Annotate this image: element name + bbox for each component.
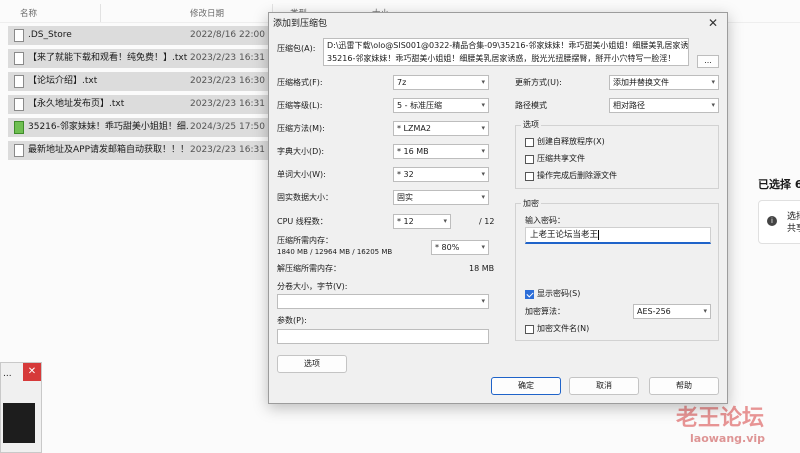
- path-mode-label: 路径模式: [515, 101, 547, 110]
- solid-block-select[interactable]: 固实 ▾: [393, 190, 489, 205]
- password-input[interactable]: 上老王论坛当老王: [525, 227, 711, 244]
- memory-values: 1840 MB / 12964 MB / 16205 MB: [277, 248, 393, 256]
- level-select[interactable]: 5 - 标准压缩 ▾: [393, 98, 489, 113]
- file-icon: [14, 29, 24, 42]
- browse-button[interactable]: ...: [697, 55, 719, 68]
- chevron-down-icon: ▾: [481, 193, 485, 201]
- split-volume-label: 分卷大小，字节(V):: [277, 282, 348, 291]
- thumbnail-preview: [3, 403, 35, 443]
- info-text: 选择共享: [787, 212, 800, 234]
- encrypt-filenames-checkbox[interactable]: [525, 325, 534, 334]
- close-icon[interactable]: ✕: [23, 363, 41, 381]
- selection-count-title: 已选择 6: [758, 178, 800, 191]
- delete-source-label: 操作完成后删除源文件: [537, 171, 617, 180]
- chevron-down-icon: ▾: [481, 124, 485, 132]
- chevron-down-icon: ▾: [481, 170, 485, 178]
- memory-percent-select[interactable]: * 80% ▾: [431, 240, 489, 255]
- split-volume-select[interactable]: ▾: [277, 294, 489, 309]
- file-date: 2023/2/23 16:30: [190, 76, 265, 86]
- dialog-title: 添加到压缩包: [273, 19, 328, 29]
- file-name: .DS_Store: [28, 30, 72, 40]
- thumbnail-dots: ...: [3, 369, 12, 379]
- chevron-down-icon: ▾: [481, 78, 485, 86]
- password-label: 输入密码：: [525, 216, 565, 225]
- file-date: 2024/3/25 17:50: [190, 122, 265, 132]
- file-name: 【永久地址发布页】.txt: [28, 99, 125, 109]
- chevron-down-icon: ▾: [443, 217, 447, 225]
- method-label: 压缩方法(M):: [277, 124, 325, 133]
- help-button[interactable]: 帮助: [649, 377, 719, 395]
- archive-path-input[interactable]: D:\迅雷下载\olo@SIS001@0322-精品合集-09\35216-邻家…: [323, 38, 689, 66]
- cpu-threads-label: CPU 线程数：: [277, 217, 328, 226]
- chevron-down-icon: ▾: [481, 147, 485, 155]
- file-name: 35216-邻家妹妹！乖巧甜美小姐姐！细...: [28, 122, 188, 132]
- chevron-down-icon: ▾: [481, 101, 485, 109]
- shared-checkbox[interactable]: [525, 155, 534, 164]
- shared-label: 压缩共享文件: [537, 154, 585, 163]
- cancel-button[interactable]: 取消: [569, 377, 639, 395]
- file-date: 2022/8/16 22:00: [190, 30, 265, 40]
- delete-source-checkbox[interactable]: [525, 172, 534, 181]
- method-select[interactable]: * LZMA2 ▾: [393, 121, 489, 136]
- sfx-checkbox[interactable]: [525, 138, 534, 147]
- column-header-name[interactable]: 名称: [20, 6, 37, 22]
- chevron-down-icon: ▾: [481, 297, 485, 305]
- archive-path-line-1: D:\迅雷下载\olo@SIS001@0322-精品合集-09\35216-邻家…: [327, 41, 689, 50]
- chevron-down-icon: ▾: [711, 101, 715, 109]
- dictionary-select[interactable]: * 16 MB ▾: [393, 144, 489, 159]
- info-card: i 选择共享: [758, 200, 800, 244]
- file-date: 2023/2/23 16:31: [190, 99, 265, 109]
- format-label: 压缩格式(F):: [277, 78, 323, 87]
- column-separator[interactable]: [100, 4, 101, 22]
- parameters-input[interactable]: [277, 329, 489, 344]
- level-label: 压缩等级(L):: [277, 101, 323, 110]
- word-size-label: 单词大小(W):: [277, 170, 326, 179]
- text-file-icon: [14, 98, 24, 111]
- video-file-icon: [14, 121, 24, 134]
- options-group-title: 选项: [521, 120, 541, 130]
- show-password-checkbox[interactable]: [525, 290, 534, 299]
- word-size-select[interactable]: * 32 ▾: [393, 167, 489, 182]
- encryption-group-title: 加密: [521, 199, 541, 209]
- text-file-icon: [14, 144, 24, 157]
- text-file-icon: [14, 52, 24, 65]
- file-name: 【论坛介绍】.txt: [28, 76, 98, 86]
- sfx-label: 创建自释放程序(X): [537, 137, 605, 146]
- chevron-down-icon: ▾: [711, 78, 715, 86]
- update-mode-label: 更新方式(U):: [515, 78, 562, 87]
- encrypt-filenames-label: 加密文件名(N): [537, 324, 590, 333]
- format-select[interactable]: 7z ▾: [393, 75, 489, 90]
- options-button[interactable]: 选项: [277, 355, 347, 373]
- encryption-method-select[interactable]: AES-256 ▾: [633, 304, 711, 319]
- file-name: 最新地址及APP请发邮箱自动获取！！！...: [28, 145, 188, 155]
- chevron-down-icon: ▾: [703, 307, 707, 315]
- watermark-text: 老王论坛: [676, 406, 765, 431]
- archive-label: 压缩包(A):: [277, 44, 316, 53]
- add-to-archive-dialog: 添加到压缩包 ✕ 压缩包(A): D:\迅雷下载\olo@SIS001@0322…: [268, 12, 728, 404]
- taskbar-thumbnail[interactable]: ... ✕: [0, 362, 42, 453]
- file-date: 2023/2/23 16:31: [190, 145, 265, 155]
- decompress-memory-label: 解压缩所需内存：: [277, 264, 341, 273]
- chevron-down-icon: ▾: [481, 243, 485, 251]
- show-password-label: 显示密码(S): [537, 289, 581, 298]
- dictionary-label: 字典大小(D):: [277, 147, 325, 156]
- file-date: 2023/2/23 16:31: [190, 53, 265, 63]
- close-icon[interactable]: ✕: [705, 15, 721, 31]
- file-name: 【来了就能下载和观看！纯免费！】.txt: [28, 53, 188, 63]
- text-file-icon: [14, 75, 24, 88]
- update-mode-select[interactable]: 添加并替换文件 ▾: [609, 75, 719, 90]
- decompress-memory-value: 18 MB: [469, 264, 495, 273]
- archive-path-line-2: 35216-邻家妹妹！乖巧甜美小姐姐！细腰美乳居家诱惑，脱光光扭腰摆臀，掰开小穴…: [327, 54, 676, 63]
- encryption-method-label: 加密算法：: [525, 307, 565, 316]
- column-header-modified[interactable]: 修改日期: [190, 6, 224, 22]
- solid-block-label: 固实数据大小：: [277, 193, 333, 202]
- watermark-url: laowang.vip: [690, 432, 766, 445]
- parameters-label: 参数(P):: [277, 316, 307, 325]
- ok-button[interactable]: 确定: [491, 377, 561, 395]
- cpu-threads-max: / 12: [479, 217, 495, 226]
- info-icon: i: [767, 216, 777, 226]
- path-mode-select[interactable]: 相对路径 ▾: [609, 98, 719, 113]
- cpu-threads-select[interactable]: * 12 ▾: [393, 214, 451, 229]
- text-cursor: [598, 229, 600, 240]
